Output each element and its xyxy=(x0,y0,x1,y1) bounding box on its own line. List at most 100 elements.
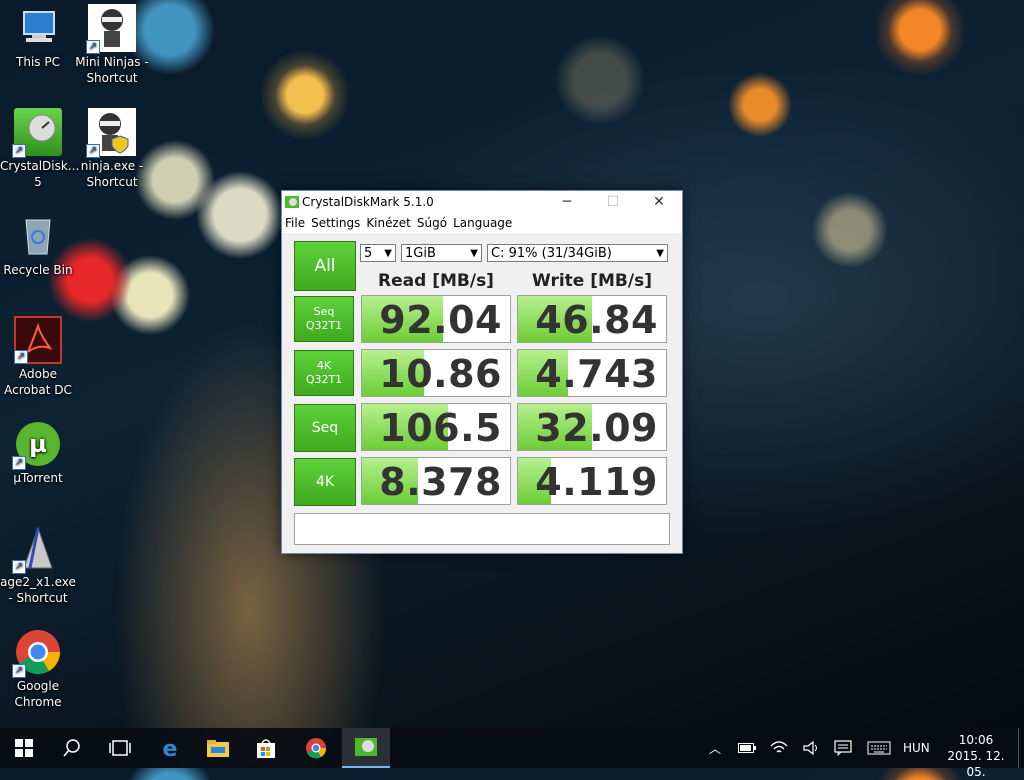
desktop-icon-ninja-exe[interactable]: ↗ ninja.exe - Shortcut xyxy=(74,108,150,190)
test-size-select[interactable]: 1GiB ▼ xyxy=(401,244,482,262)
test-size-value: 1GiB xyxy=(405,246,436,261)
test-count-select[interactable]: 5 ▼ xyxy=(360,244,396,262)
taskbar-edge[interactable]: e xyxy=(146,728,194,768)
write-result-cell: 4.743 xyxy=(517,349,667,397)
desktop-icon-label: age2_x1.exe - Shortcut xyxy=(0,575,76,605)
windows-logo-icon xyxy=(15,739,33,757)
write-value: 46.84 xyxy=(535,298,658,342)
write-value: 32.09 xyxy=(535,406,658,450)
battery-indicator[interactable] xyxy=(734,728,760,768)
chevron-down-icon: ▼ xyxy=(384,248,392,259)
adobe-acrobat-icon: ↗ xyxy=(14,316,62,364)
desktop-icon-label: Google Chrome xyxy=(14,679,62,709)
write-value: 4.743 xyxy=(535,352,658,396)
shortcut-arrow-icon: ↗ xyxy=(12,664,26,678)
touch-keyboard-button[interactable] xyxy=(862,728,896,768)
chrome-icon xyxy=(306,738,327,759)
comment-field[interactable] xyxy=(294,513,670,545)
read-value: 8.378 xyxy=(379,460,502,504)
menu-sugo[interactable]: Súgó xyxy=(414,213,450,233)
crystaldisk-icon xyxy=(355,738,377,756)
desktop-icon-age2[interactable]: ↗ age2_x1.exe - Shortcut xyxy=(0,524,76,606)
search-button[interactable] xyxy=(48,728,96,768)
close-button[interactable]: ✕ xyxy=(636,191,682,213)
shortcut-arrow-icon: ↗ xyxy=(12,560,26,574)
menu-file[interactable]: File xyxy=(282,213,308,233)
4k-q32t1-button[interactable]: 4K Q32T1 xyxy=(294,350,354,396)
notification-icon xyxy=(834,740,852,756)
desktop-icon-utorrent[interactable]: µ ↗ μTorrent xyxy=(0,420,76,486)
row-label-line1: 4K xyxy=(315,474,335,490)
row-label-line2: Q32T1 xyxy=(305,319,343,332)
shortcut-arrow-icon: ↗ xyxy=(14,350,28,364)
taskbar: e ︿ HUN 10:06 2015. 12. 05. xyxy=(0,728,1024,779)
volume-indicator[interactable] xyxy=(798,728,824,768)
title-bar[interactable]: CrystalDiskMark 5.1.0 ─ ☐ ✕ xyxy=(282,191,682,213)
recycle-bin-icon xyxy=(14,212,62,260)
clock-time: 10:06 xyxy=(958,733,994,747)
wifi-icon xyxy=(770,741,788,753)
network-indicator[interactable] xyxy=(766,728,792,768)
input-language-indicator[interactable]: HUN xyxy=(903,741,930,755)
crystaldiskmark-window: CrystalDiskMark 5.1.0 ─ ☐ ✕ File Settings… xyxy=(281,190,683,554)
maximize-button[interactable]: ☐ xyxy=(590,191,636,213)
shortcut-arrow-icon: ↗ xyxy=(86,144,100,158)
window-title: CrystalDiskMark 5.1.0 xyxy=(302,195,434,209)
4k-button[interactable]: 4K xyxy=(294,458,356,506)
desktop-icon-label: ninja.exe - Shortcut xyxy=(80,159,144,189)
desktop-icon-crystaldisk[interactable]: ↗ CrystalDisk... 5 xyxy=(0,108,79,190)
desktop-icon-label: Mini Ninjas - Shortcut xyxy=(75,55,149,85)
read-result-cell: 92.04 xyxy=(361,295,511,343)
row-label-line2: Q32T1 xyxy=(305,373,343,386)
clock[interactable]: 10:06 2015. 12. 05. xyxy=(938,732,1014,780)
chevron-down-icon: ▼ xyxy=(656,248,664,259)
show-hidden-icons-button[interactable]: ︿ xyxy=(702,728,728,768)
mini-ninjas-icon: ↗ xyxy=(86,4,136,54)
chevron-up-icon: ︿ xyxy=(708,741,721,756)
drive-select[interactable]: C: 91% (31/34GiB) ▼ xyxy=(487,244,668,262)
start-button[interactable] xyxy=(0,728,48,768)
ninja-exe-icon: ↗ xyxy=(86,108,136,158)
desktop-icon-label: μTorrent xyxy=(13,471,63,485)
taskbar-crystaldiskmark[interactable] xyxy=(342,728,390,768)
desktop-icon-recycle-bin[interactable]: Recycle Bin xyxy=(0,212,76,278)
utorrent-icon: µ ↗ xyxy=(12,420,62,470)
menu-bar: File Settings Kinézet Súgó Language xyxy=(282,213,682,233)
task-view-button[interactable] xyxy=(96,728,144,768)
desktop-icon-this-pc[interactable]: This PC xyxy=(0,4,76,70)
taskbar-file-explorer[interactable] xyxy=(194,728,242,768)
menu-kinezet[interactable]: Kinézet xyxy=(363,213,414,233)
crystaldisk-icon: ↗ xyxy=(12,108,62,158)
taskbar-chrome[interactable] xyxy=(292,728,340,768)
all-button[interactable]: All xyxy=(294,241,356,291)
search-icon xyxy=(63,739,80,757)
menu-language[interactable]: Language xyxy=(450,213,515,233)
read-result-cell: 10.86 xyxy=(361,349,511,397)
shortcut-arrow-icon: ↗ xyxy=(12,456,26,470)
menu-settings[interactable]: Settings xyxy=(308,213,363,233)
clock-date: 2015. 12. 05. xyxy=(947,749,1005,779)
show-desktop-button[interactable] xyxy=(1018,728,1024,768)
seq-q32t1-button[interactable]: Seq Q32T1 xyxy=(294,296,354,342)
row-label-line1: Seq xyxy=(311,420,339,436)
desktop-icon-adobe-acrobat[interactable]: ↗ Adobe Acrobat DC xyxy=(0,316,76,398)
minimize-button[interactable]: ─ xyxy=(544,191,590,213)
read-value: 92.04 xyxy=(379,298,502,342)
desktop-icon-mini-ninjas[interactable]: ↗ Mini Ninjas - Shortcut xyxy=(74,4,150,86)
action-center-button[interactable] xyxy=(830,728,856,768)
desktop-icon-chrome[interactable]: ↗ Google Chrome xyxy=(0,628,76,710)
age2-icon: ↗ xyxy=(12,524,62,574)
keyboard-icon xyxy=(867,741,891,755)
write-result-cell: 4.119 xyxy=(517,457,667,505)
write-header: Write [MB/s] xyxy=(532,271,652,291)
edge-icon: e xyxy=(163,737,178,759)
seq-button[interactable]: Seq xyxy=(294,404,356,452)
write-result-cell: 46.84 xyxy=(517,295,667,343)
desktop-icon-label: This PC xyxy=(16,55,60,69)
speaker-icon xyxy=(803,740,817,756)
shortcut-arrow-icon: ↗ xyxy=(12,144,26,158)
taskbar-store[interactable] xyxy=(242,728,290,768)
this-pc-icon xyxy=(14,4,62,52)
crystaldiskmark-app-icon xyxy=(284,194,300,210)
svg-text:µ: µ xyxy=(29,430,47,458)
